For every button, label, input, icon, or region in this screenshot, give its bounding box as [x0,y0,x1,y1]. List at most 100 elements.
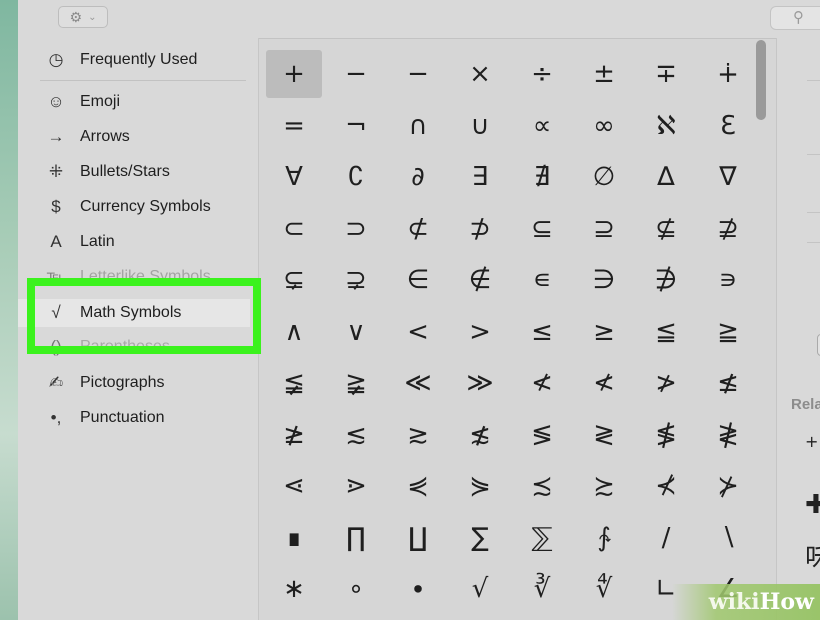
symbol-cell[interactable]: ∇ [700,153,756,201]
symbol-cell[interactable]: ∁ [328,153,384,201]
symbol-cell[interactable]: ± [576,50,632,98]
symbol-cell[interactable]: ≥ [576,308,632,356]
symbol-cell[interactable]: ≧ [700,308,756,356]
symbol-cell[interactable]: ≫ [452,359,508,407]
symbol-cell[interactable]: × [452,50,508,98]
related-character[interactable]: 咊 [805,538,820,575]
sidebar-item-latin[interactable]: A Latin [18,228,250,256]
symbol-cell[interactable]: ℵ [638,102,694,150]
symbol-cell[interactable]: ℇ [700,102,756,150]
symbol-cell[interactable]: ⊂ [266,205,322,253]
symbol-cell[interactable]: ∔ [700,50,756,98]
symbol-cell[interactable]: ∆ [638,153,694,201]
related-character[interactable]: + [805,432,818,451]
symbol-cell[interactable]: = [266,102,322,150]
symbol-cell[interactable]: ∋ [576,256,632,304]
symbol-cell[interactable]: ∗ [266,565,322,613]
symbol-cell[interactable]: ⊆ [514,205,570,253]
symbol-cell[interactable]: ≶ [514,411,570,459]
sidebar-item-letterlike-symbols[interactable]: ℡ Letterlike Symbols [18,263,250,291]
symbol-cell[interactable]: ≲ [328,411,384,459]
symbol-cell[interactable]: ∪ [452,102,508,150]
symbol-cell[interactable]: ⋗ [328,462,384,510]
sidebar-item-math-symbols[interactable]: √ Math Symbols [18,299,250,327]
symbol-cell[interactable]: ≹ [700,411,756,459]
symbol-cell[interactable]: ≰ [700,359,756,407]
symbol-cell[interactable]: ∈ [390,256,446,304]
symbol-cell[interactable]: ≴ [452,411,508,459]
symbol-cell[interactable]: ÷ [514,50,570,98]
symbol-cell[interactable]: < [390,308,446,356]
symbol-cell[interactable]: ≳ [390,411,446,459]
symbol-cell[interactable]: ∎ [266,514,322,562]
symbol-cell[interactable]: ⊊ [266,256,322,304]
gear-menu-button[interactable]: ⚙ ⌄ [58,6,108,28]
symbol-cell[interactable]: ⊄ [390,205,446,253]
symbol-cell[interactable]: − [390,50,446,98]
symbol-cell[interactable]: ∊ [514,256,570,304]
sidebar-item-punctuation[interactable]: •, Punctuation [18,404,250,432]
search-input[interactable]: ⚲ [770,6,820,30]
symbol-cell[interactable]: ⊀ [638,462,694,510]
symbol-cell[interactable]: ⊉ [700,205,756,253]
symbol-cell[interactable]: + [266,50,322,98]
symbol-cell[interactable]: ∙ [390,565,446,613]
symbol-cell[interactable]: ∜ [576,565,632,613]
symbol-cell[interactable]: ∉ [452,256,508,304]
symbol-cell[interactable]: ∓ [638,50,694,98]
symbol-cell[interactable]: ∍ [700,256,756,304]
symbol-cell[interactable]: ∨ [328,308,384,356]
symbol-cell[interactable]: ∅ [576,153,632,201]
symbol-cell[interactable]: ∐ [390,514,446,562]
symbol-cell[interactable]: ∖ [700,514,756,562]
symbol-cell[interactable]: ≮ [514,359,570,407]
symbol-cell[interactable]: ¬ [328,102,384,150]
symbol-cell[interactable]: ⋖ [266,462,322,510]
symbol-cell[interactable]: ∘ [328,565,384,613]
symbol-cell[interactable]: ≪ [390,359,446,407]
symbol-cell[interactable]: ≮ [576,359,632,407]
symbol-cell[interactable]: ≱ [266,411,322,459]
symbol-cell[interactable]: ⊋ [328,256,384,304]
symbol-cell[interactable]: ⊁ [700,462,756,510]
symbol-cell[interactable]: > [452,308,508,356]
symbol-cell[interactable]: ≯ [638,359,694,407]
symbol-cell[interactable]: − [328,50,384,98]
symbol-cell[interactable]: ≸ [638,411,694,459]
sidebar-item-pictographs[interactable]: ✍ Pictographs [18,369,250,397]
symbol-cell[interactable]: ∱ [576,514,632,562]
symbol-cell[interactable]: ∄ [514,153,570,201]
sidebar-item-arrows[interactable]: → Arrows [18,123,250,151]
symbol-cell[interactable]: ∀ [266,153,322,201]
symbol-cell[interactable]: ∕ [638,514,694,562]
symbol-cell[interactable]: ∩ [390,102,446,150]
symbol-cell[interactable]: ∝ [514,102,570,150]
symbol-cell[interactable]: ∧ [266,308,322,356]
symbol-cell[interactable]: ⊃ [328,205,384,253]
symbol-cell[interactable]: ≷ [576,411,632,459]
symbol-cell[interactable]: ⊈ [638,205,694,253]
sidebar-item-currency-symbols[interactable]: $ Currency Symbols [18,193,250,221]
symbol-cell[interactable]: ∂ [390,153,446,201]
symbol-cell[interactable]: ∛ [514,565,570,613]
sidebar-item-bullets-stars[interactable]: ⁜ Bullets/Stars [18,158,250,186]
symbol-cell[interactable]: ⊅ [452,205,508,253]
symbol-cell[interactable]: ≾ [514,462,570,510]
sidebar-item-frequently-used[interactable]: ◷ Frequently Used [18,46,250,74]
symbol-cell[interactable]: ⋟ [452,462,508,510]
symbol-cell[interactable]: ∏ [328,514,384,562]
symbol-cell[interactable]: ⊇ [576,205,632,253]
symbol-cell[interactable]: ≿ [576,462,632,510]
symbol-cell[interactable]: ⋞ [390,462,446,510]
symbol-cell[interactable]: ∑ [452,514,508,562]
symbol-cell[interactable]: ≤ [514,308,570,356]
symbol-cell[interactable]: ∃ [452,153,508,201]
symbol-cell[interactable]: ⅀ [514,514,570,562]
sidebar-item-emoji[interactable]: ☺ Emoji [18,88,250,116]
symbol-cell[interactable]: ≦ [638,308,694,356]
symbol-cell[interactable]: ≨ [266,359,322,407]
symbol-cell[interactable]: √ [452,565,508,613]
related-character[interactable]: ✚ [805,490,820,520]
grid-scrollbar[interactable] [756,40,766,120]
symbol-cell[interactable]: ∞ [576,102,632,150]
